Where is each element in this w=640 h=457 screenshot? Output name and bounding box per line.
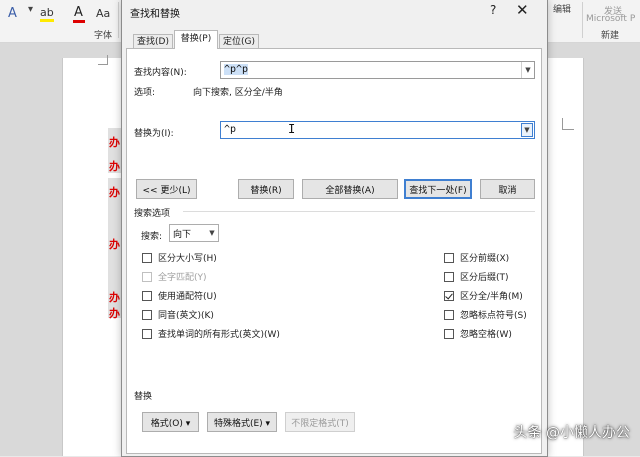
cancel-button[interactable]: 取消 — [480, 179, 535, 199]
find-value: ^p^p — [224, 64, 249, 75]
checkbox-label: 全字匹配(Y) — [158, 273, 207, 283]
help-button[interactable]: ? — [490, 3, 496, 17]
checkbox-label: 区分全/半角(M) — [460, 292, 523, 302]
wildcards-checkbox[interactable]: 使用通配符(U) — [142, 289, 217, 302]
tab-find[interactable]: 查找(D) — [133, 34, 173, 48]
chevron-down-icon[interactable]: ▼ — [521, 62, 534, 78]
ignore-whitespace-checkbox[interactable]: 忽略空格(W) — [444, 327, 512, 340]
replace-label: 替换为(I): — [134, 129, 174, 139]
checkbox-label: 区分前缀(X) — [460, 254, 510, 264]
special-format-button[interactable]: 特殊格式(E) ▾ — [207, 412, 277, 432]
checkbox-box[interactable] — [444, 328, 454, 339]
tab-goto[interactable]: 定位(G) — [219, 34, 259, 48]
checkbox-box[interactable] — [142, 271, 152, 282]
replace-all-button[interactable]: 全部替换(A) — [302, 179, 398, 199]
less-button[interactable]: << 更少(L) — [136, 179, 197, 199]
highlight-icon[interactable]: ab — [40, 6, 54, 19]
find-input[interactable]: ^p^p ▼ — [220, 61, 535, 79]
whole-word-checkbox[interactable]: 全字匹配(Y) — [142, 270, 207, 283]
checkbox-box[interactable] — [142, 309, 152, 320]
search-direction-value: 向下 — [173, 230, 192, 240]
replace-panel: 查找内容(N): ^p^p ▼ 选项: 向下搜索, 区分全/半角 替换为(I):… — [126, 48, 542, 454]
search-direction-select[interactable]: 向下 ▼ — [169, 224, 219, 242]
tab-bar: 查找(D) 替换(P) 定位(G) — [126, 30, 540, 49]
match-prefix-checkbox[interactable]: 区分前缀(X) — [444, 251, 509, 264]
ibeam-cursor-icon: I — [288, 122, 296, 136]
find-label: 查找内容(N): — [134, 68, 187, 78]
find-next-button[interactable]: 查找下一处(F) — [404, 179, 472, 199]
chevron-down-icon[interactable]: ▼ — [521, 123, 533, 137]
format-button[interactable]: 格式(O) ▾ — [142, 412, 199, 432]
checkbox-label: 区分后缀(T) — [460, 273, 509, 283]
chevron-down-icon[interactable]: ▼ — [206, 225, 218, 241]
new-group-label: 新建 — [601, 31, 620, 41]
font-color-bar — [73, 20, 85, 23]
search-options-title: 搜索选项 — [134, 209, 171, 219]
no-formatting-button[interactable]: 不限定格式(T) — [285, 412, 355, 432]
edit-group-label: 编辑 — [553, 5, 572, 15]
checkbox-label: 忽略标点符号(S) — [460, 311, 527, 321]
close-button[interactable]: ✕ — [516, 1, 529, 19]
replace-value: ^p — [224, 124, 237, 135]
word-forms-checkbox[interactable]: 查找单词的所有形式(英文)(W) — [142, 327, 280, 340]
checkbox-label: 同音(英文)(K) — [158, 311, 214, 321]
options-label: 选项: — [134, 88, 156, 98]
ignore-punctuation-checkbox[interactable]: 忽略标点符号(S) — [444, 308, 527, 321]
checkbox-box[interactable] — [444, 271, 454, 282]
checkbox-box[interactable] — [444, 252, 454, 263]
match-case-checkbox[interactable]: 区分大小写(H) — [142, 251, 217, 264]
font-color-icon[interactable]: A — [74, 5, 83, 20]
ribbon-divider — [582, 2, 583, 38]
highlight-color-bar — [40, 19, 54, 22]
tab-replace[interactable]: 替换(P) — [174, 30, 218, 49]
crop-mark — [107, 55, 108, 65]
match-width-checkbox[interactable]: 区分全/半角(M) — [444, 289, 523, 302]
replace-section-title: 替换 — [134, 392, 153, 402]
find-replace-dialog: 查找和替换 ? ✕ 查找(D) 替换(P) 定位(G) 查找内容(N): ^p^… — [121, 0, 548, 457]
section-divider — [183, 211, 535, 212]
watermark: 头条 @小懒人办公 — [513, 425, 630, 441]
options-value: 向下搜索, 区分全/半角 — [193, 88, 283, 98]
checkbox-label: 区分大小写(H) — [158, 254, 217, 264]
checkbox-label: 使用通配符(U) — [158, 292, 217, 302]
text-effects-icon[interactable]: A — [8, 6, 17, 21]
dialog-title: 查找和替换 — [130, 9, 180, 20]
change-case-icon[interactable]: Aa — [96, 7, 110, 20]
crop-mark — [562, 129, 574, 130]
checkbox-box[interactable] — [142, 252, 152, 263]
checkbox-box[interactable] — [142, 328, 152, 339]
checkbox-label: 查找单词的所有形式(英文)(W) — [158, 330, 280, 340]
checkbox-label: 忽略空格(W) — [460, 330, 512, 340]
expand-icon[interactable]: ▾ — [28, 4, 33, 15]
font-group-label: 字体 — [94, 31, 113, 41]
ribbon-divider — [118, 2, 119, 38]
sounds-like-checkbox[interactable]: 同音(英文)(K) — [142, 308, 214, 321]
microsoft-label: Microsoft P — [586, 14, 636, 24]
checkbox-box[interactable] — [444, 309, 454, 320]
replace-button[interactable]: 替换(R) — [238, 179, 294, 199]
checkbox-box[interactable] — [142, 290, 152, 301]
checkbox-box[interactable] — [444, 290, 454, 301]
replace-input[interactable]: ^p ▼ — [220, 121, 535, 139]
search-direction-label: 搜索: — [141, 232, 163, 242]
match-suffix-checkbox[interactable]: 区分后缀(T) — [444, 270, 509, 283]
